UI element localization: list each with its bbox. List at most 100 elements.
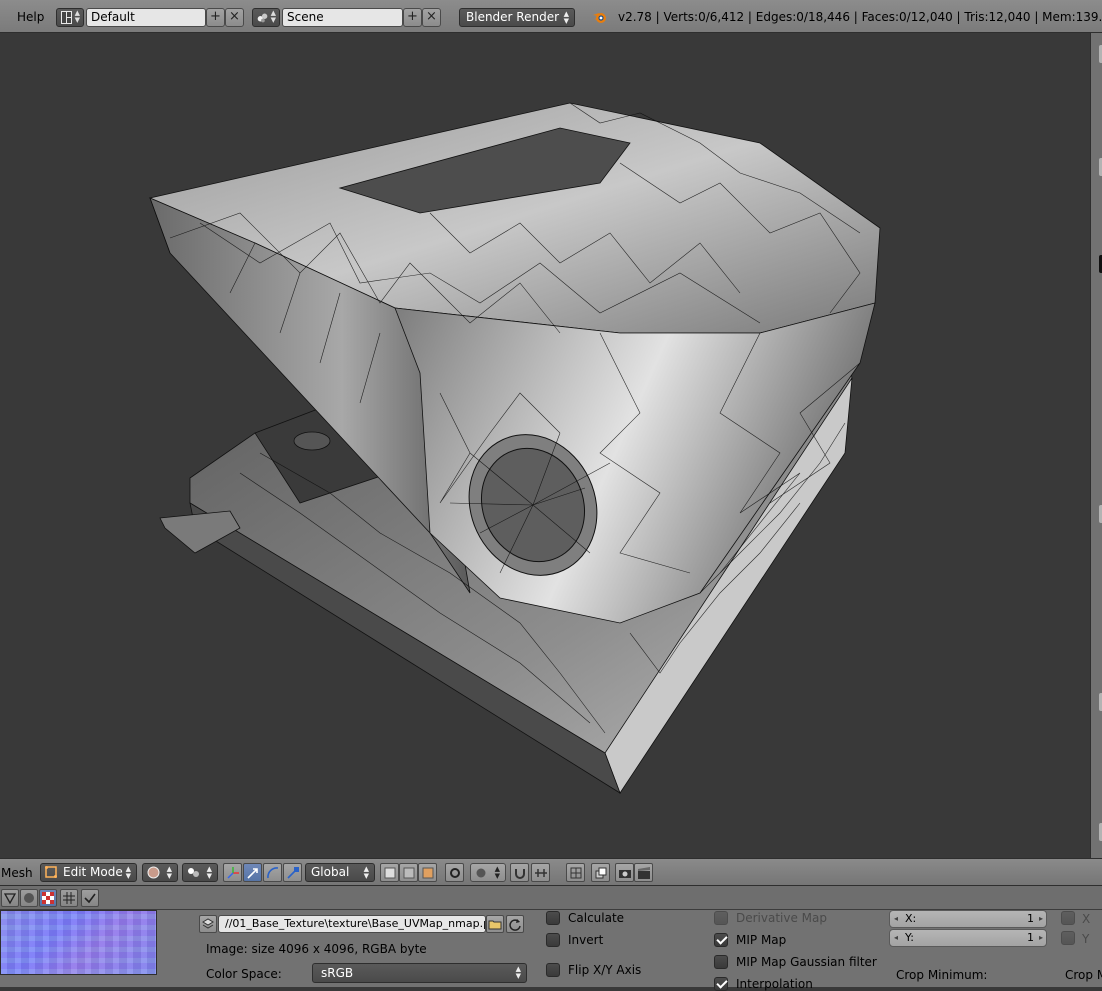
repeat-x-label: X: (905, 912, 917, 925)
scene-field[interactable]: Scene (282, 8, 403, 27)
texture-context-other-button[interactable] (81, 889, 99, 907)
snap-toggle-button[interactable] (510, 863, 529, 882)
rotate-arc-icon (267, 867, 279, 879)
mip-map-checkbox[interactable] (714, 933, 728, 947)
increment-arrow-icon[interactable]: ▸ (1039, 930, 1043, 946)
mip-map-gaussian-label: MIP Map Gaussian filter (736, 955, 877, 969)
scene-icon (257, 13, 268, 23)
occlude-icon (595, 867, 607, 879)
texture-context-texture-button[interactable] (39, 889, 57, 907)
snap-target-button[interactable] (566, 863, 585, 882)
image-browse-button[interactable] (199, 915, 217, 933)
image-filepath-field[interactable]: //01_Base_Texture\texture\Base_UVMap_nma… (218, 915, 486, 933)
repeat-y-value: 1 (1027, 931, 1034, 944)
flip-xy-axis-checkbox[interactable] (546, 963, 560, 977)
crop-maximum-label: Crop Ma (1065, 968, 1102, 982)
updown-arrows-icon: ▲ ▼ (206, 865, 212, 880)
scale-manipulator-button[interactable] (283, 863, 302, 882)
mip-map-gaussian-checkbox[interactable] (714, 955, 728, 969)
texture-context-material-button[interactable] (20, 889, 38, 907)
snap-element-dropdown[interactable] (531, 863, 550, 882)
reload-icon (509, 919, 521, 931)
invert-alpha-label: Invert (568, 933, 604, 947)
layer-button-2[interactable] (399, 863, 418, 882)
pivot-point-icon (188, 868, 199, 877)
render-engine-dropdown[interactable]: Blender Render ▲ ▼ (459, 8, 575, 27)
checkmark-icon (84, 893, 96, 904)
render-opengl-image-button[interactable] (615, 863, 634, 882)
updown-arrows-icon: ▲ ▼ (74, 9, 80, 24)
mirror-x-label: X (1082, 912, 1091, 926)
occlude-geometry-button[interactable] (591, 863, 610, 882)
calculate-alpha-checkbox[interactable] (546, 911, 560, 925)
cube-icon (403, 867, 415, 879)
viewport-shading-dropdown[interactable]: ▲ ▼ (142, 863, 178, 882)
snap-increment-icon (535, 869, 547, 877)
updown-arrows-icon: ▲ ▼ (125, 865, 131, 880)
mirror-x-checkbox[interactable] (1061, 911, 1075, 925)
updown-arrows-icon: ▲ ▼ (563, 10, 569, 25)
proportional-editing-dropdown[interactable]: ▲ ▼ (470, 863, 506, 882)
crop-minimum-label: Crop Minimum: (896, 968, 988, 982)
repeat-x-field[interactable]: ◂ X: 1 ▸ (889, 910, 1047, 928)
repeat-y-field[interactable]: ◂ Y: 1 ▸ (889, 929, 1047, 947)
layer-button-1[interactable] (380, 863, 399, 882)
clapperboard-icon (638, 867, 650, 879)
calculate-alpha-label: Calculate (568, 911, 625, 925)
derivative-map-checkbox[interactable] (714, 911, 728, 925)
invert-alpha-checkbox[interactable] (546, 933, 560, 947)
translate-manipulator-button[interactable] (243, 863, 262, 882)
rotate-manipulator-button[interactable] (263, 863, 282, 882)
updown-arrows-icon: ▲ ▼ (270, 9, 276, 24)
pivot-point-dropdown[interactable]: ▲ ▼ (182, 863, 218, 882)
increment-arrow-icon[interactable]: ▸ (1039, 911, 1043, 927)
delete-screen-layout-button[interactable]: × (225, 8, 244, 27)
open-file-browser-button[interactable] (486, 915, 504, 933)
interpolation-label: Interpolation (736, 977, 813, 991)
decrement-arrow-icon[interactable]: ◂ (894, 930, 898, 946)
color-space-value: sRGB (321, 966, 354, 980)
screen-layout-browse-button[interactable]: ▲ ▼ (56, 8, 84, 27)
derivative-map-label: Derivative Map (736, 911, 828, 925)
scale-icon (287, 867, 299, 879)
tool-shelf-edge[interactable] (1090, 33, 1102, 858)
material-sphere-icon (24, 893, 34, 903)
screen-layout-field[interactable]: Default (86, 8, 206, 27)
3d-viewport[interactable] (0, 33, 1090, 858)
updown-arrows-icon: ▲ ▼ (166, 865, 172, 880)
layer-button-3[interactable] (418, 863, 437, 882)
cube-icon (384, 867, 396, 879)
blender-logo-icon (593, 13, 606, 23)
color-space-dropdown[interactable]: sRGB ▲ ▼ (312, 963, 527, 983)
texture-context-mesh-button[interactable] (1, 889, 19, 907)
mirror-y-label: Y (1082, 932, 1090, 946)
mip-map-label: MIP Map (736, 933, 787, 947)
scene-statistics: v2.78 | Verts:0/6,412 | Edges:0/18,446 |… (618, 10, 1102, 24)
camera-icon (619, 870, 631, 878)
repeat-x-value: 1 (1027, 912, 1034, 925)
add-screen-layout-button[interactable]: + (206, 8, 225, 27)
image-icon (202, 918, 214, 929)
mirror-y-checkbox[interactable] (1061, 931, 1075, 945)
transform-orientation-dropdown[interactable]: Global ▲ ▼ (305, 863, 375, 882)
decrement-arrow-icon[interactable]: ◂ (894, 911, 898, 927)
select-mode-button[interactable] (445, 863, 464, 882)
mesh-menu[interactable]: Mesh (1, 866, 33, 880)
manipulator-toggle-button[interactable] (223, 863, 242, 882)
render-opengl-animation-button[interactable] (634, 863, 653, 882)
reload-image-button[interactable] (506, 915, 524, 933)
texture-context-brush-button[interactable] (60, 889, 78, 907)
interaction-mode-dropdown[interactable]: Edit Mode ▲ ▼ (40, 863, 137, 882)
add-scene-button[interactable]: + (403, 8, 422, 27)
edit-mode-icon (45, 866, 57, 878)
screen-layout-icon (61, 11, 72, 24)
help-menu[interactable]: Help (17, 10, 44, 24)
gear-icon (450, 868, 460, 878)
cube-icon (422, 867, 434, 879)
hole-punch-mesh-wireframe (148, 102, 881, 794)
texture-properties-panel: //01_Base_Texture\texture\Base_UVMap_nma… (0, 910, 1102, 991)
scene-browse-button[interactable]: ▲ ▼ (252, 8, 280, 27)
delete-scene-button[interactable]: × (422, 8, 441, 27)
interpolation-checkbox[interactable] (714, 977, 728, 991)
properties-panel-header (0, 886, 1102, 910)
